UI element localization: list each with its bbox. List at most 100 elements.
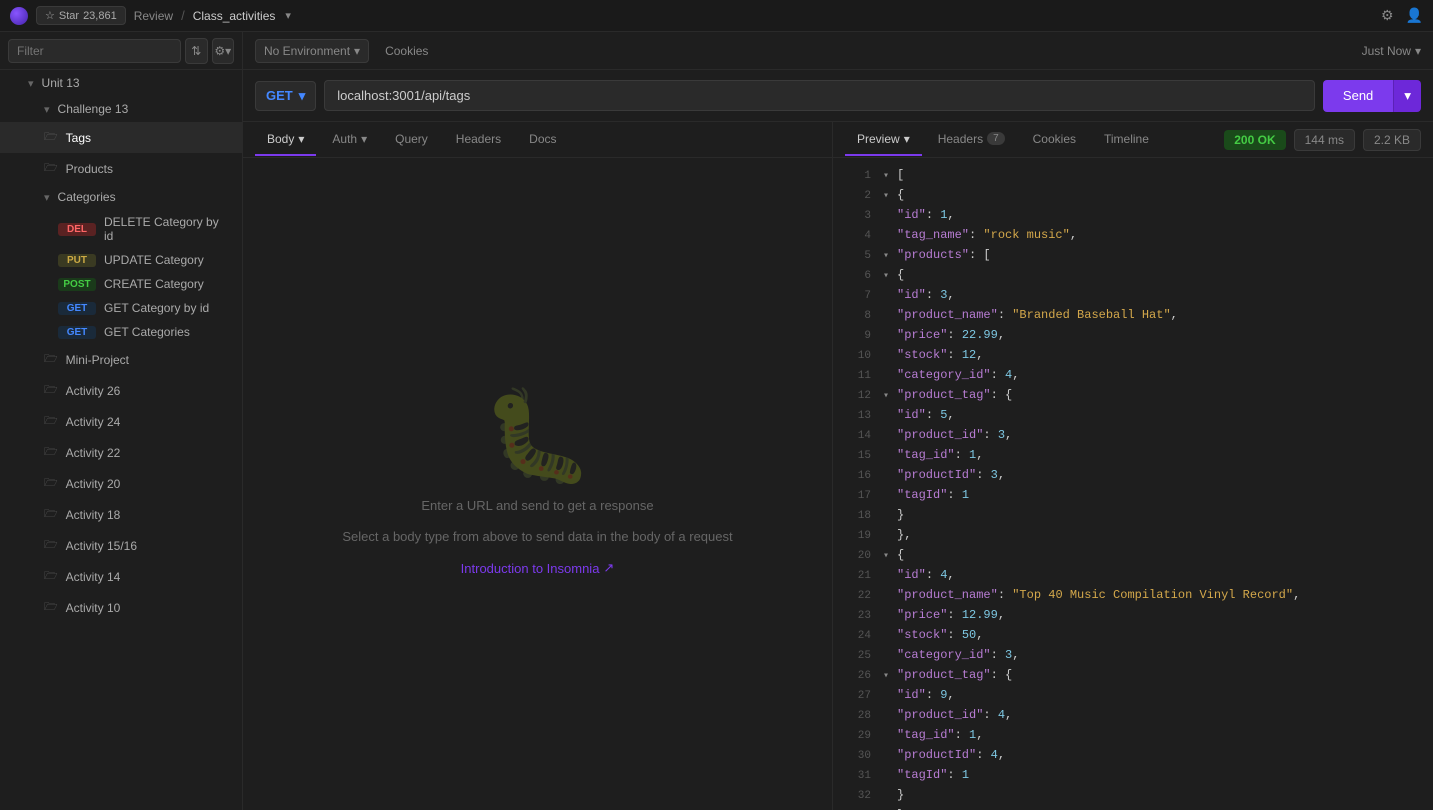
sidebar-item-create-category[interactable]: POST CREATE Category [0,272,242,296]
sidebar-item-delete-category[interactable]: DEL DELETE Category by id [0,210,242,248]
tab-headers[interactable]: Headers [444,124,513,156]
json-content: "products": [ [897,246,991,265]
tab-response-cookies[interactable]: Cookies [1021,124,1088,156]
line-number: 2 [841,188,871,206]
sidebar-item-activity26[interactable]: 🗁 Activity 26 [0,375,242,406]
line-number: 24 [841,628,871,646]
fold-arrow [883,489,895,505]
tab-response-headers[interactable]: Headers 7 [926,124,1017,156]
tab-auth-arrow: ▾ [361,132,367,146]
cookies-button[interactable]: Cookies [377,40,436,62]
tab-auth[interactable]: Auth ▾ [320,124,379,156]
json-content: "tagId": 1 [897,766,969,785]
intro-link[interactable]: Introduction to Insomnia ↗ [461,560,615,576]
tab-query[interactable]: Query [383,124,440,156]
line-number: 21 [841,568,871,586]
folder-icon: ▾ [44,191,50,204]
line-number: 31 [841,768,871,786]
activity10-label: Activity 10 [66,601,121,615]
sidebar-item-activity24[interactable]: 🗁 Activity 24 [0,406,242,437]
sort-button[interactable]: ⇅ [185,38,208,64]
line-number: 25 [841,648,871,666]
json-line: 2 ▾ { [833,186,1433,206]
tab-preview[interactable]: Preview ▾ [845,124,922,156]
send-button[interactable]: Send [1323,80,1393,112]
sidebar-item-activity1516[interactable]: 🗁 Activity 15/16 [0,530,242,561]
sidebar-item-get-categories[interactable]: GET GET Categories [0,320,242,344]
json-line: 22 "product_name": "Top 40 Music Compila… [833,586,1433,606]
line-number: 16 [841,468,871,486]
request-tabs: Body ▾ Auth ▾ Query Headers Docs [243,122,832,158]
send-dropdown-button[interactable]: ▾ [1393,80,1421,112]
json-line: 17 "tagId": 1 [833,486,1433,506]
project-arrow[interactable]: ▾ [285,9,291,22]
fold-arrow[interactable]: ▾ [883,389,895,405]
sidebar-item-unit13[interactable]: ▾ Unit 13 [0,70,242,96]
external-link-icon: ↗ [603,560,614,576]
sidebar-item-categories[interactable]: ▾ Categories [0,184,242,210]
json-line: 25 "category_id": 3, [833,646,1433,666]
fold-arrow [883,769,895,785]
filter-input[interactable] [8,39,181,63]
tab-response-headers-label: Headers [938,132,983,146]
breadcrumb-sep: / [181,8,185,23]
fold-arrow[interactable]: ▾ [883,549,895,565]
sidebar-item-products[interactable]: 🗁 Products [0,153,242,184]
fold-arrow [883,729,895,745]
tags-label: Tags [66,131,91,145]
json-content: "id": 9, [897,686,955,705]
create-category-label: CREATE Category [104,277,204,291]
fold-arrow[interactable]: ▾ [883,189,895,205]
line-number: 15 [841,448,871,466]
add-menu-button[interactable]: ⚙▾ [212,38,235,64]
fold-arrow[interactable]: ▾ [883,669,895,685]
sidebar: ⇅ ⚙▾ ▾ Unit 13 ▾ Challenge 13 🗁 Tags 🗁 [0,32,243,810]
settings-icon[interactable]: ⚙ [1381,7,1394,24]
fold-arrow [883,449,895,465]
sidebar-item-activity10[interactable]: 🗁 Activity 10 [0,592,242,623]
env-selector[interactable]: No Environment ▾ [255,39,369,63]
json-line: 11 "category_id": 4, [833,366,1433,386]
method-label: GET [266,88,293,103]
fold-arrow[interactable]: ▾ [883,269,895,285]
json-content: "stock": 12, [897,346,983,365]
json-content: } [897,506,904,525]
json-content: { [897,186,904,205]
sidebar-item-activity20[interactable]: 🗁 Activity 20 [0,468,242,499]
line-number: 19 [841,528,871,546]
fold-arrow [883,469,895,485]
tab-timeline[interactable]: Timeline [1092,124,1161,156]
tab-body[interactable]: Body ▾ [255,124,316,156]
sidebar-item-get-category-by-id[interactable]: GET GET Category by id [0,296,242,320]
sidebar-item-activity14[interactable]: 🗁 Activity 14 [0,561,242,592]
sidebar-item-update-category[interactable]: PUT UPDATE Category [0,248,242,272]
json-content: }, [897,526,911,545]
json-viewer[interactable]: 1▾[2▾ {3 "id": 1,4 "tag_name": "rock mus… [833,158,1433,810]
line-number: 5 [841,248,871,266]
response-status-group: 200 OK 144 ms 2.2 KB [1224,129,1421,151]
get-badge: GET [58,302,96,315]
chevron-down-icon: ▾ [354,44,360,58]
fold-arrow [883,229,895,245]
user-icon[interactable]: 👤 [1406,7,1423,24]
sidebar-item-activity18[interactable]: 🗁 Activity 18 [0,499,242,530]
fold-arrow [883,589,895,605]
fold-arrow[interactable]: ▾ [883,169,895,185]
sidebar-item-mini-project[interactable]: 🗁 Mini-Project [0,344,242,375]
chevron-down-icon: ▾ [299,88,306,104]
line-number: 9 [841,328,871,346]
tab-docs[interactable]: Docs [517,124,568,156]
json-line: 6▾ { [833,266,1433,286]
line-number: 29 [841,728,871,746]
url-input[interactable] [324,80,1315,111]
sidebar-item-challenge13[interactable]: ▾ Challenge 13 [0,96,242,122]
json-line: 13 "id": 5, [833,406,1433,426]
fold-arrow[interactable]: ▾ [883,249,895,265]
json-content: "tagId": 1 [897,486,969,505]
mini-project-label: Mini-Project [66,353,129,367]
method-selector[interactable]: GET ▾ [255,81,316,111]
star-button[interactable]: ☆ Star 23,861 [36,6,126,25]
sidebar-item-tags[interactable]: 🗁 Tags [0,122,242,153]
json-line: 24 "stock": 50, [833,626,1433,646]
sidebar-item-activity22[interactable]: 🗁 Activity 22 [0,437,242,468]
